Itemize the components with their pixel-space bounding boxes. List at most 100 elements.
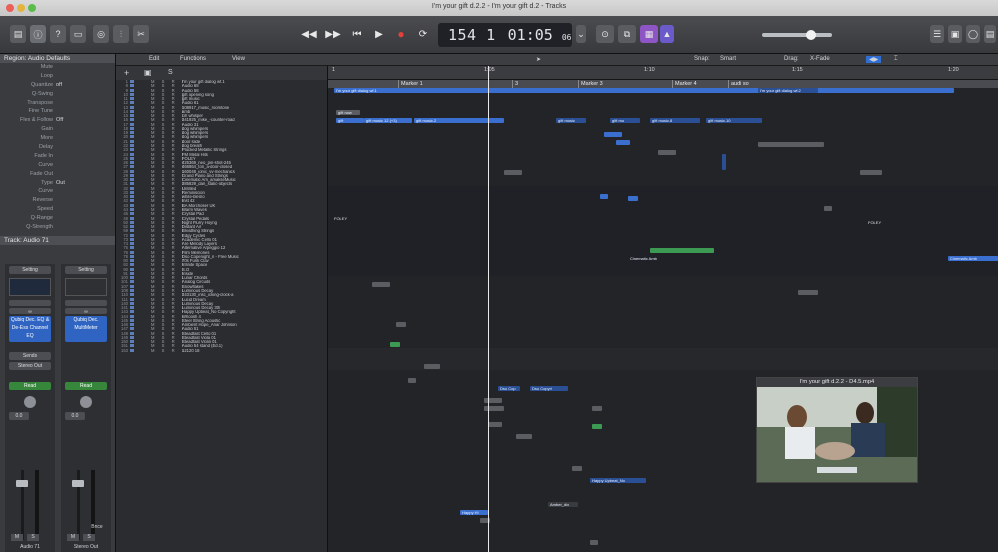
audio-region[interactable] bbox=[722, 154, 726, 170]
audio-region[interactable]: Happy Upbeat_No bbox=[590, 478, 646, 483]
region-inspector-header[interactable]: Region: Audio Defaults bbox=[0, 54, 115, 63]
playhead[interactable] bbox=[488, 66, 489, 552]
audio-region[interactable] bbox=[592, 406, 602, 411]
audio-region[interactable]: gift music.2 bbox=[414, 118, 504, 123]
solo-button[interactable]: S bbox=[83, 534, 95, 541]
cycle-icon[interactable]: ⟳ bbox=[414, 25, 432, 43]
link-button[interactable]: ∞ bbox=[9, 308, 51, 315]
audio-region[interactable] bbox=[504, 170, 522, 175]
pan-knob[interactable] bbox=[24, 396, 36, 408]
plugin-slot[interactable]: Qubiq Dec. EQ & De-Ess Channel EQ bbox=[9, 316, 51, 342]
audio-region[interactable]: gift music.8 bbox=[650, 118, 700, 123]
audio-region[interactable] bbox=[372, 282, 390, 287]
eq-thumbnail[interactable] bbox=[9, 278, 51, 296]
region-param-row[interactable]: Delay bbox=[0, 143, 115, 152]
sends-slot[interactable]: Sends bbox=[9, 352, 51, 360]
region-param-row[interactable]: Gain bbox=[0, 125, 115, 134]
audio-region[interactable] bbox=[572, 466, 582, 471]
pan-knob[interactable] bbox=[80, 396, 92, 408]
toolbar-button[interactable]: ▭ bbox=[70, 25, 86, 43]
audio-region[interactable] bbox=[628, 196, 638, 201]
audio-region[interactable]: gift music 12 (+3) bbox=[364, 118, 412, 123]
audio-region[interactable]: gift now bbox=[336, 110, 360, 115]
track-inspector-header[interactable]: Track: Audio 71 bbox=[0, 235, 115, 245]
param-value[interactable]: Out bbox=[56, 179, 65, 188]
audio-region[interactable] bbox=[600, 194, 608, 199]
audio-region[interactable] bbox=[758, 142, 824, 147]
browser-button[interactable]: ▤ bbox=[984, 25, 996, 43]
go-to-beginning-icon[interactable]: ⏮ bbox=[348, 25, 366, 43]
view-menu[interactable]: View bbox=[232, 56, 245, 62]
link-button[interactable]: ∞ bbox=[65, 308, 107, 315]
solo-column-icon[interactable]: S bbox=[168, 69, 173, 76]
region-param-row[interactable]: Fade Out bbox=[0, 170, 115, 179]
audio-region[interactable] bbox=[484, 406, 504, 411]
snap-dropdown[interactable]: Smart bbox=[720, 56, 736, 62]
audio-region[interactable] bbox=[484, 398, 502, 403]
bounce-button[interactable]: Bnce bbox=[87, 524, 107, 531]
region-param-row[interactable]: Curve bbox=[0, 161, 115, 170]
audio-region[interactable] bbox=[396, 322, 406, 327]
audio-region[interactable]: I'm your gift dialog wf.2 bbox=[758, 88, 818, 93]
audio-region[interactable]: Happy Hi bbox=[460, 510, 488, 515]
mute-button[interactable]: M bbox=[67, 534, 79, 541]
drag-dropdown[interactable]: X-Fade bbox=[810, 56, 830, 62]
marker[interactable]: 3 bbox=[512, 80, 518, 88]
count-in-button[interactable]: ⧉ bbox=[618, 25, 636, 43]
foley-region[interactable]: FOLEY bbox=[332, 216, 354, 221]
audio-region[interactable] bbox=[592, 424, 602, 429]
region-param-row[interactable]: Mute bbox=[0, 63, 115, 72]
solo-mode-button[interactable]: ▲ bbox=[660, 25, 674, 43]
audio-region[interactable] bbox=[488, 422, 502, 427]
audio-region[interactable] bbox=[824, 206, 832, 211]
audio-region[interactable] bbox=[650, 248, 714, 253]
region-param-row[interactable]: Loop bbox=[0, 72, 115, 81]
audio-region[interactable] bbox=[408, 378, 416, 383]
track-name[interactable]: 12120 18 bbox=[182, 349, 199, 353]
region-param-row[interactable]: Reverse bbox=[0, 196, 115, 205]
lcd-display[interactable]: 154 1 01:05 06 bbox=[438, 23, 572, 47]
audio-region[interactable]: Amber_dix bbox=[548, 502, 578, 507]
loop-browser-button[interactable]: ◯ bbox=[966, 25, 980, 43]
region-param-row[interactable]: Curve bbox=[0, 187, 115, 196]
audio-region[interactable]: gift mu bbox=[610, 118, 640, 123]
notepad-button[interactable]: ▣ bbox=[948, 25, 962, 43]
volume-fader[interactable] bbox=[72, 480, 84, 487]
automation-mode[interactable]: Read bbox=[9, 382, 51, 390]
marker[interactable]: Marker 1 bbox=[398, 80, 423, 88]
smart-controls-button[interactable]: ◎ bbox=[93, 25, 109, 43]
audio-region[interactable]: gift music bbox=[556, 118, 586, 123]
audio-region[interactable] bbox=[616, 140, 630, 145]
lcd-mode-button[interactable]: ⌄ bbox=[576, 25, 586, 43]
input-slot[interactable] bbox=[9, 300, 51, 306]
region-param-row[interactable]: Quantize off bbox=[0, 81, 115, 90]
region-param-row[interactable]: Q-Range bbox=[0, 214, 115, 223]
region-param-row[interactable]: Fade In bbox=[0, 152, 115, 161]
setting-button[interactable]: Setting bbox=[9, 266, 51, 274]
region-param-row[interactable]: Q-Strength bbox=[0, 223, 115, 232]
audio-region[interactable] bbox=[658, 150, 676, 155]
audio-region[interactable] bbox=[590, 540, 598, 545]
region-param-row[interactable]: Speed bbox=[0, 205, 115, 214]
metronome-button[interactable]: ▦ bbox=[640, 25, 658, 43]
solo-button[interactable]: S bbox=[27, 534, 39, 541]
mute-solo-record-buttons[interactable]: M S R I bbox=[148, 349, 183, 353]
pointer-tool-icon[interactable]: ➤ bbox=[536, 56, 541, 63]
waveform-zoom-icon[interactable]: ⌶ bbox=[894, 56, 898, 63]
audio-region[interactable] bbox=[390, 342, 400, 347]
movie-window[interactable]: I'm your gift d.2.2 - D4.5.mp4 bbox=[756, 377, 918, 483]
mute-button[interactable]: M bbox=[11, 534, 23, 541]
volume-fader[interactable] bbox=[16, 480, 28, 487]
tracks-area[interactable]: 1 1:05 1:10 1:15 1:20 Marker 1 3 Marker … bbox=[328, 66, 998, 552]
audio-region[interactable]: gift music.10 bbox=[706, 118, 762, 123]
audio-region[interactable] bbox=[798, 290, 818, 295]
plugin-slot[interactable]: Qubiq Dec. MultiMeter bbox=[65, 316, 107, 342]
mixer-button[interactable]: ⫶ bbox=[113, 25, 129, 43]
audio-region[interactable] bbox=[860, 170, 882, 175]
audio-region[interactable]: gift bbox=[336, 118, 364, 123]
quick-help-button[interactable]: ? bbox=[50, 25, 66, 43]
master-volume-slider[interactable] bbox=[762, 30, 832, 40]
region-param-row[interactable]: Fine Tune bbox=[0, 107, 115, 116]
param-value[interactable]: Off bbox=[56, 116, 63, 125]
audio-region[interactable]: I'm your gift dialog wf.1 bbox=[334, 88, 954, 93]
